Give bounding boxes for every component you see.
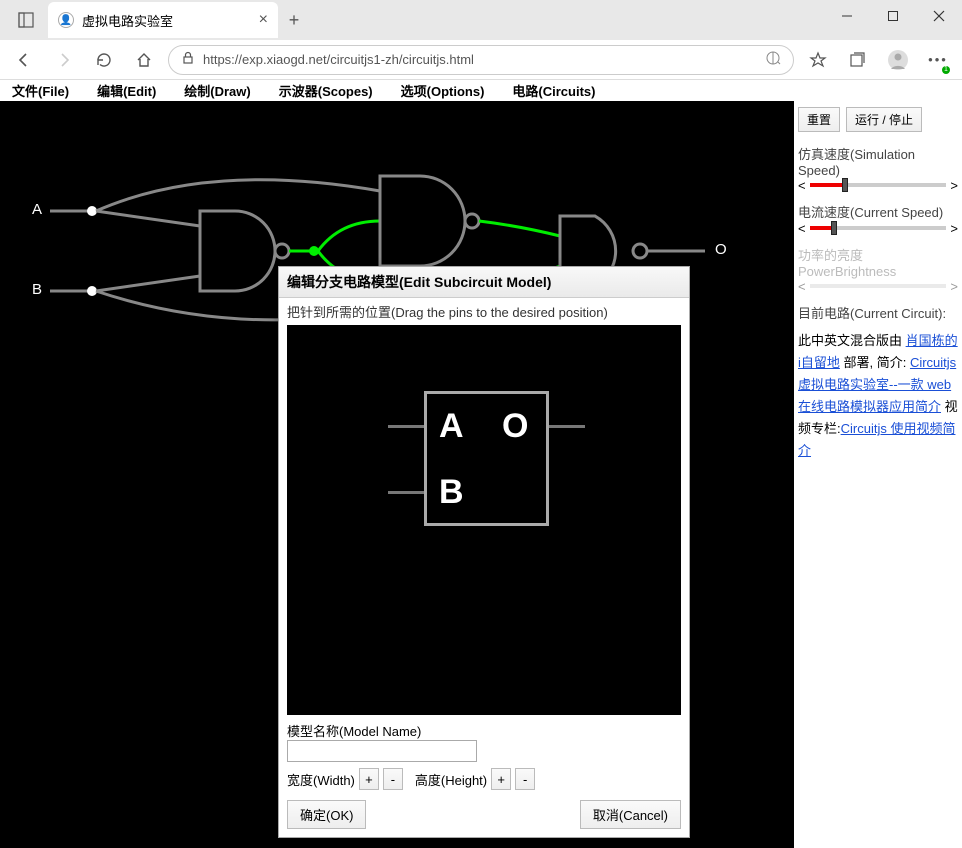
- menu-scopes[interactable]: 示波器(Scopes): [279, 81, 373, 100]
- output-label-o: O: [715, 241, 727, 258]
- cancel-button[interactable]: 取消(Cancel): [580, 800, 681, 829]
- maximize-button[interactable]: [870, 0, 916, 32]
- current-speed-slider[interactable]: < >: [798, 221, 958, 235]
- favicon-icon: 👤: [58, 12, 74, 28]
- ok-button[interactable]: 确定(OK): [287, 800, 366, 829]
- app-menubar: 文件(File) 编辑(Edit) 绘制(Draw) 示波器(Scopes) 选…: [0, 80, 962, 101]
- minimize-button[interactable]: [824, 0, 870, 32]
- chevron-right-icon[interactable]: >: [950, 221, 958, 236]
- chevron-right-icon[interactable]: >: [950, 178, 958, 193]
- chevron-right-icon: >: [950, 279, 958, 294]
- reset-button[interactable]: 重置: [798, 107, 840, 132]
- subcircuit-preview[interactable]: A B O: [287, 325, 681, 715]
- home-button[interactable]: [128, 44, 160, 76]
- menu-edit[interactable]: 编辑(Edit): [97, 81, 156, 100]
- height-minus-button[interactable]: -: [515, 768, 535, 790]
- lock-icon: [181, 51, 195, 68]
- circuit-canvas[interactable]: A B O 编辑分支电路模型(Edit Subcircuit Model) 把针…: [0, 101, 794, 848]
- power-brightness-slider: < >: [798, 279, 958, 293]
- pin-label-o[interactable]: O: [502, 407, 528, 446]
- address-bar[interactable]: https://exp.xiaogd.net/circuitjs1-zh/cir…: [168, 45, 794, 75]
- right-panel: 重置 运行 / 停止 仿真速度(Simulation Speed) < > 电流…: [794, 101, 962, 848]
- refresh-button[interactable]: [88, 44, 120, 76]
- height-label: 高度(Height): [415, 770, 487, 789]
- power-brightness-label: 功率的亮度PowerBrightness: [798, 245, 958, 279]
- reader-icon[interactable]: [765, 50, 781, 69]
- width-plus-button[interactable]: +: [359, 768, 379, 790]
- chevron-left-icon: <: [798, 279, 806, 294]
- forward-button[interactable]: [48, 44, 80, 76]
- chevron-left-icon[interactable]: <: [798, 221, 806, 236]
- input-label-a: A: [32, 201, 42, 218]
- input-label-b: B: [32, 281, 42, 298]
- tab-actions-icon[interactable]: [8, 4, 44, 36]
- current-speed-label: 电流速度(Current Speed): [798, 202, 958, 221]
- menu-draw[interactable]: 绘制(Draw): [184, 81, 250, 100]
- model-name-label: 模型名称(Model Name): [287, 721, 681, 740]
- chevron-left-icon[interactable]: <: [798, 178, 806, 193]
- favorites-button[interactable]: [802, 44, 834, 76]
- model-name-input[interactable]: [287, 740, 477, 762]
- pin-label-a[interactable]: A: [439, 407, 464, 446]
- menu-circuits[interactable]: 电路(Circuits): [512, 81, 595, 100]
- close-window-button[interactable]: [916, 0, 962, 32]
- close-tab-icon[interactable]: ×: [259, 11, 268, 29]
- url-text: https://exp.xiaogd.net/circuitjs1-zh/cir…: [203, 52, 757, 67]
- browser-tab[interactable]: 👤 虚拟电路实验室 ×: [48, 2, 278, 38]
- tab-title: 虚拟电路实验室: [82, 11, 251, 30]
- run-stop-button[interactable]: 运行 / 停止: [846, 107, 922, 132]
- current-circuit-label: 目前电路(Current Circuit):: [798, 303, 958, 322]
- pin-label-b[interactable]: B: [439, 473, 464, 512]
- new-tab-button[interactable]: +: [278, 4, 310, 36]
- profile-button[interactable]: [882, 44, 914, 76]
- menu-file[interactable]: 文件(File): [12, 81, 69, 100]
- collections-button[interactable]: [842, 44, 874, 76]
- dialog-hint: 把针到所需的位置(Drag the pins to the desired po…: [279, 298, 689, 325]
- menu-options[interactable]: 选项(Options): [401, 81, 485, 100]
- width-label: 宽度(Width): [287, 770, 355, 789]
- sim-speed-slider[interactable]: < >: [798, 178, 958, 192]
- width-minus-button[interactable]: -: [383, 768, 403, 790]
- more-button[interactable]: ••• 1: [922, 44, 954, 76]
- edit-subcircuit-dialog: 编辑分支电路模型(Edit Subcircuit Model) 把针到所需的位置…: [278, 266, 690, 838]
- panel-description: 此中英文混合版由 肖国栋的i自留地 部署, 简介: Circuitjs 虚拟电路…: [798, 330, 958, 463]
- back-button[interactable]: [8, 44, 40, 76]
- sim-speed-label: 仿真速度(Simulation Speed): [798, 144, 958, 178]
- height-plus-button[interactable]: +: [491, 768, 511, 790]
- dialog-title: 编辑分支电路模型(Edit Subcircuit Model): [279, 267, 689, 298]
